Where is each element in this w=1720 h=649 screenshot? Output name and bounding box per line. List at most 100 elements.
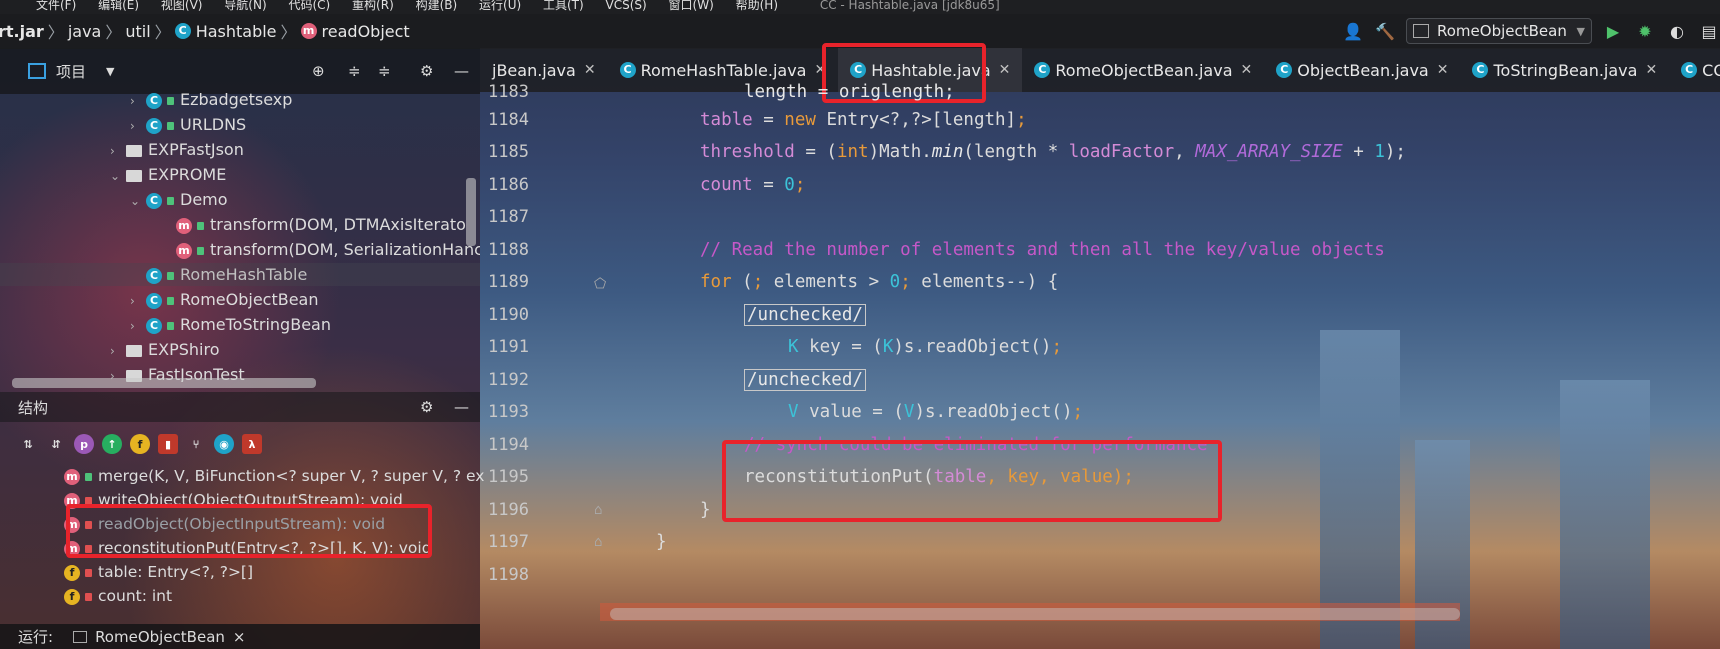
tab-objectbean[interactable]: C ObjectBean.java ✕	[1264, 48, 1460, 92]
breadcrumb-method[interactable]: readObject	[322, 22, 410, 41]
menu-item-vcs[interactable]: VCS(S)	[606, 0, 647, 12]
tree-item[interactable]: › C Ezbadgetsexp	[130, 88, 292, 111]
code-inlay-hint: /unchecked/	[744, 299, 866, 331]
package-folder-icon	[126, 144, 142, 157]
tree-item[interactable]: › EXPShiro	[110, 338, 219, 361]
structure-item[interactable]: m merge(K, V, BiFunction<? super V, ? sup…	[64, 464, 484, 488]
unlock-icon	[197, 221, 204, 230]
tab-cc3templates[interactable]: CCC3Templa	[1669, 48, 1720, 92]
show-hierarchy-icon[interactable]: ⑂	[186, 434, 206, 454]
menu-item-build[interactable]: 构建(B)	[416, 0, 458, 12]
code-line: count = 0;	[700, 175, 806, 195]
editor-horizontal-scrollbar[interactable]	[610, 608, 1460, 620]
menu-item-file[interactable]: 文件(F)	[36, 0, 76, 12]
structure-panel-header: 结构 ⚙ —	[0, 392, 480, 422]
tree-item-selected[interactable]: C RomeHashTable	[0, 263, 480, 286]
show-properties-icon[interactable]: p	[74, 434, 94, 454]
unlock-icon	[167, 296, 174, 305]
menu-item-window[interactable]: 窗口(W)	[669, 0, 714, 12]
menu-item-navigate[interactable]: 导航(N)	[224, 0, 266, 12]
line-number: 1187	[488, 207, 529, 227]
tab-tostringbean[interactable]: C ToStringBean.java ✕	[1460, 48, 1669, 92]
show-fields-icon[interactable]: f	[130, 434, 150, 454]
close-icon[interactable]: ✕	[1241, 62, 1253, 78]
run-tab-label[interactable]: RomeObjectBean	[95, 628, 225, 646]
sort-alphabetically-icon[interactable]: ⇵	[46, 434, 66, 454]
structure-item[interactable]: f count: int	[64, 584, 172, 608]
line-number: 1191	[488, 337, 529, 357]
menu-item-run[interactable]: 运行(U)	[479, 0, 521, 12]
minimize-icon[interactable]: —	[454, 398, 469, 416]
build-hammer-icon[interactable]: 🔨	[1374, 20, 1396, 42]
structure-item-label: merge(K, V, BiFunction<? super V, ? supe…	[98, 467, 485, 485]
user-icon[interactable]: 👤	[1342, 20, 1364, 42]
menu-item-view[interactable]: 视图(V)	[161, 0, 203, 12]
expand-all-icon[interactable]: ≑	[348, 62, 361, 80]
close-icon[interactable]: ✕	[999, 62, 1011, 78]
breadcrumb-package-java[interactable]: java	[68, 22, 102, 41]
show-non-public-icon[interactable]: ▮	[158, 434, 178, 454]
chevron-right-icon: ›	[110, 144, 115, 158]
line-number: 1192	[488, 370, 529, 390]
package-folder-icon	[126, 344, 142, 357]
menu-item-code[interactable]: 代码(C)	[288, 0, 330, 12]
run-config-icon	[73, 630, 88, 643]
tree-item[interactable]: › C RomeToStringBean	[130, 313, 331, 336]
close-icon[interactable]: ✕	[1645, 62, 1657, 78]
tab-label: ToStringBean.java	[1493, 60, 1638, 80]
minimize-icon[interactable]: —	[454, 62, 469, 80]
debug-bug-icon[interactable]: ✹	[1634, 20, 1656, 42]
tree-item[interactable]: ⌄ EXPROME	[110, 163, 226, 186]
tab-romeobjectbean[interactable]: C RomeObjectBean.java ✕	[1022, 48, 1264, 92]
tab-label: CC3Templa	[1702, 60, 1720, 80]
sort-by-visibility-icon[interactable]: ⇅	[18, 434, 38, 454]
chevron-down-icon: ▼	[1576, 24, 1585, 38]
line-number: 1195	[488, 467, 529, 487]
coverage-icon[interactable]: ◐	[1666, 20, 1688, 42]
run-icon[interactable]: ▶	[1602, 20, 1624, 42]
gear-icon[interactable]: ⚙	[420, 62, 433, 80]
collapse-all-icon[interactable]: ≑	[378, 62, 391, 80]
more-icon[interactable]: ▤	[1698, 20, 1720, 42]
tree-item[interactable]: › C URLDNS	[130, 113, 246, 136]
chevron-down-icon: ⌄	[110, 169, 121, 183]
tree-item-label: RomeObjectBean	[180, 290, 319, 309]
line-number: 1186	[488, 175, 529, 195]
menu-item-refactor[interactable]: 重构(R)	[352, 0, 394, 12]
menu-item-edit[interactable]: 编辑(E)	[98, 0, 139, 12]
menu-item-help[interactable]: 帮助(H)	[736, 0, 778, 12]
class-icon: C	[1034, 62, 1051, 78]
chevron-down-icon[interactable]: ▼	[106, 65, 114, 78]
tree-item[interactable]: m transform(DOM, SerializationHanc	[176, 238, 480, 261]
close-icon[interactable]: ✕	[584, 62, 596, 78]
breadcrumb-package-util[interactable]: util	[125, 22, 150, 41]
show-inherited-icon[interactable]: ↑	[102, 434, 122, 454]
target-icon[interactable]: ⊕	[312, 62, 325, 80]
field-icon: f	[64, 588, 80, 605]
project-horizontal-scrollbar[interactable]	[12, 378, 316, 388]
tree-item[interactable]: › C RomeObjectBean	[130, 288, 319, 311]
tree-item[interactable]: m transform(DOM, DTMAxisIterato	[176, 213, 466, 236]
tree-item[interactable]: ⌄ C Demo	[130, 188, 228, 211]
tree-item-label: RomeToStringBean	[180, 315, 331, 334]
tree-item[interactable]: › EXPFastJson	[110, 138, 244, 161]
menu-item-tools[interactable]: 工具(T)	[543, 0, 584, 12]
structure-item[interactable]: f table: Entry<?, ?>[]	[64, 560, 253, 584]
breadcrumb-jar[interactable]: rt.jar	[0, 22, 44, 41]
unlock-icon	[167, 196, 174, 205]
chevron-right-icon: 〉	[47, 23, 64, 42]
run-config-select[interactable]: RomeObjectBean ▼	[1406, 18, 1592, 44]
breadcrumb-class[interactable]: Hashtable	[196, 22, 277, 41]
unlock-icon	[167, 271, 174, 280]
chevron-down-icon: ⌄	[130, 194, 141, 208]
structure-item-label: table: Entry<?, ?>[]	[98, 563, 254, 581]
lock-icon	[85, 592, 92, 601]
project-panel-label[interactable]: 项目	[56, 61, 86, 82]
run-config-icon	[1413, 24, 1429, 38]
project-vertical-scrollbar[interactable]	[466, 178, 476, 246]
show-lambdas-icon[interactable]: λ	[242, 434, 262, 454]
gear-icon[interactable]: ⚙	[420, 398, 433, 416]
show-anonymous-icon[interactable]: ◉	[214, 434, 234, 454]
close-icon[interactable]: ✕	[1437, 62, 1449, 78]
close-icon[interactable]: ×	[233, 628, 246, 646]
